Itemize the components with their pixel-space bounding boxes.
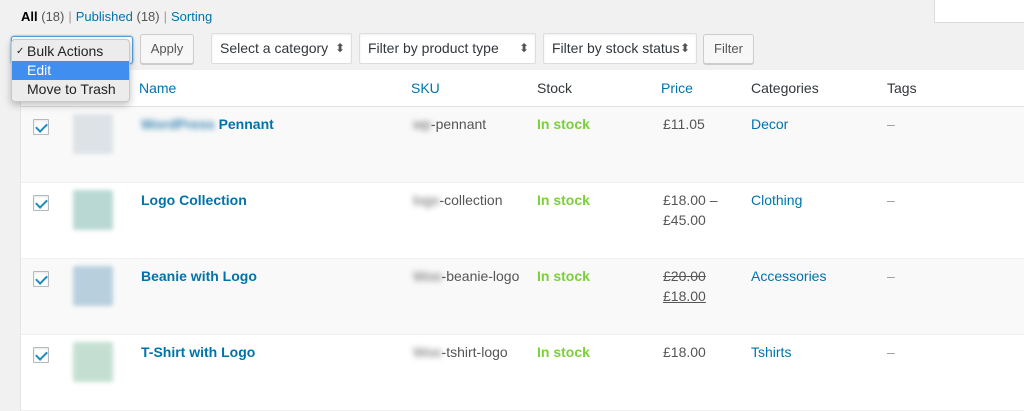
product-price: £20.00 £18.00: [663, 266, 743, 306]
product-type-filter-select[interactable]: Filter by product type ⬍: [359, 33, 536, 64]
products-table: Name SKU Stock Price Categories Tags Wor…: [20, 70, 1024, 411]
product-tags: –: [887, 192, 895, 208]
row-checkbox[interactable]: [33, 119, 49, 135]
product-name-link[interactable]: Logo Collection: [141, 190, 247, 210]
product-thumbnail[interactable]: [73, 190, 113, 230]
column-header-sku[interactable]: SKU: [411, 70, 440, 107]
product-sku: Woo-beanie-logo: [413, 268, 520, 284]
bulk-option-bulk-actions[interactable]: ✓ Bulk Actions: [12, 42, 129, 61]
select-arrows-icon: ⬍: [334, 41, 345, 55]
product-thumbnail[interactable]: [73, 342, 113, 382]
regular-price: £20.00: [663, 268, 706, 284]
stock-status: In stock: [537, 344, 590, 360]
bulk-option-edit[interactable]: Edit: [12, 61, 129, 80]
product-thumbnail[interactable]: [73, 114, 113, 154]
column-header-tags: Tags: [887, 80, 917, 96]
product-sku: Woo-tshirt-logo: [413, 344, 508, 360]
status-filter-links: All (18) | Published (18) | Sorting: [21, 9, 212, 24]
status-link-all[interactable]: All (18): [21, 9, 64, 24]
filter-button[interactable]: Filter: [703, 34, 754, 64]
category-filter-select[interactable]: Select a category ⬍: [211, 33, 352, 64]
row-checkbox[interactable]: [33, 195, 49, 211]
table-row: T-Shirt with Logo Woo-tshirt-logo In sto…: [21, 335, 1024, 411]
table-row: WordPress Pennant wp-pennant In stock £1…: [21, 107, 1024, 183]
stock-status-filter-select[interactable]: Filter by stock status ⬍: [543, 33, 697, 64]
product-name-link[interactable]: Beanie with Logo: [141, 266, 257, 286]
search-input[interactable]: [934, 0, 1024, 23]
status-link-published[interactable]: Published (18): [76, 9, 160, 24]
product-price: £11.05: [663, 116, 705, 132]
product-name-link[interactable]: T-Shirt with Logo: [141, 342, 255, 362]
category-link[interactable]: Tshirts: [751, 342, 791, 362]
column-header-name[interactable]: Name: [139, 70, 176, 107]
product-sku: logo-collection: [413, 192, 503, 208]
column-header-categories: Categories: [751, 80, 819, 96]
stock-status: In stock: [537, 116, 590, 132]
product-price: £18.00 – £45.00: [663, 192, 718, 228]
table-row: Logo Collection logo-collection In stock…: [21, 183, 1024, 259]
category-link[interactable]: Clothing: [751, 190, 802, 210]
sale-price: £18.00: [663, 288, 706, 304]
product-tags: –: [887, 344, 895, 360]
select-arrows-icon: ⬍: [518, 41, 529, 55]
table-row: Beanie with Logo Woo-beanie-logo In stoc…: [21, 259, 1024, 335]
product-tags: –: [887, 116, 895, 132]
product-price: £18.00: [663, 344, 706, 360]
stock-status: In stock: [537, 268, 590, 284]
product-name-link[interactable]: WordPress Pennant: [141, 114, 274, 134]
category-link[interactable]: Decor: [751, 114, 788, 134]
bulk-actions-menu: ✓ Bulk Actions Edit Move to Trash: [11, 39, 130, 102]
product-tags: –: [887, 268, 895, 284]
product-sku: wp-pennant: [413, 116, 487, 132]
select-arrows-icon: ⬍: [679, 41, 690, 55]
table-header: Name SKU Stock Price Categories Tags: [21, 70, 1024, 107]
category-link[interactable]: Accessories: [751, 266, 826, 286]
apply-button[interactable]: Apply: [140, 34, 194, 64]
row-checkbox[interactable]: [33, 271, 49, 287]
bulk-option-move-to-trash[interactable]: Move to Trash: [12, 80, 129, 99]
status-separator: |: [163, 9, 168, 24]
product-thumbnail[interactable]: [73, 266, 113, 306]
column-header-stock: Stock: [537, 80, 573, 96]
checkmark-icon: ✓: [16, 46, 25, 57]
status-separator: |: [68, 9, 72, 24]
column-header-price[interactable]: Price: [661, 70, 693, 107]
stock-status: In stock: [537, 192, 590, 208]
status-link-sorting[interactable]: Sorting: [171, 9, 212, 24]
row-checkbox[interactable]: [33, 347, 49, 363]
